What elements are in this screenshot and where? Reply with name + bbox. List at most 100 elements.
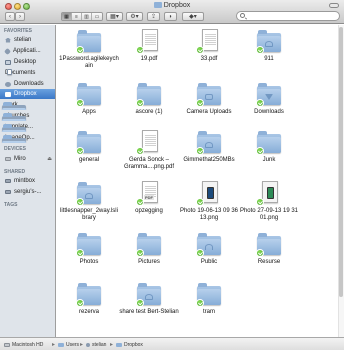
sidebar-item-label: mintbox [14,178,36,184]
sync-check-icon [256,46,264,54]
sidebar-item-desktop[interactable]: Desktop [0,57,55,67]
file-label: Gimmethat250MBs [183,157,235,163]
path-item-macintosh-hd[interactable]: Macintosh HD [4,341,43,349]
file-item-junk[interactable]: Junk [239,129,299,179]
file-label: general [78,157,99,163]
file-item-gerda-sonck[interactable]: Gerda Sonck – Gramma....png.pdf [119,129,179,179]
sidebar-header-devices: DEVICES [4,146,26,152]
sync-check-icon [256,99,264,107]
scrollbar-thumb[interactable] [339,27,343,297]
file-item-opzegging[interactable]: PDF opzegging [119,180,179,230]
forward-button[interactable]: › [15,12,25,21]
arrange-button[interactable]: ▦▾ [106,12,123,21]
hard-disk-icon [4,343,10,347]
sync-check-icon [136,299,144,307]
file-item-share-test[interactable]: share test Bert-Stelian [119,281,179,331]
file-item-camera-uploads[interactable]: Camera Uploads [179,81,239,131]
search-field[interactable] [236,11,340,21]
downloads-icon [5,81,11,87]
sidebar-item-imageoptim[interactable]: ImageOp... [0,133,55,143]
icon-view-button[interactable]: ▦ [62,13,72,20]
file-item-ascore[interactable]: ascore (1) [119,81,179,131]
file-label: Photos [79,259,99,265]
file-item-1password[interactable]: 1Password.agilekeychain [59,28,119,78]
finder-window: Dropbox ‹ › ▦ ≡ ▥ ▭ ▦▾ ⚙▾ ⇪ ◗ ◆▾ FAVORIT… [0,0,344,350]
file-item-littlesnapper[interactable]: littlesnapper_2way.lslibrary [59,180,119,230]
sync-check-icon [256,147,264,155]
sidebar-item-work[interactable]: work [0,100,55,110]
sidebar-item-documents[interactable]: Documents [0,68,55,78]
file-item-19-pdf[interactable]: 19.pdf [119,28,179,78]
path-separator-icon: ▸ [80,342,84,348]
file-item-downloads[interactable]: Downloads [239,81,299,131]
path-item-dropbox[interactable]: Dropbox [116,341,143,349]
file-label: 19.pdf [140,56,158,62]
sidebar-item-label: sergiu's-... [14,189,42,195]
file-item-33-pdf[interactable]: 33.pdf [179,28,239,78]
sidebar-item-stelian[interactable]: stelian [0,35,55,45]
folder-icon [2,113,26,121]
sync-check-icon [196,198,204,206]
file-item-public[interactable]: Public [179,231,239,281]
file-item-gimmethat250mbs[interactable]: Gimmethat250MBs [179,129,239,179]
file-item-general[interactable]: general [59,129,119,179]
edit-tags-button[interactable]: ◗ [164,12,177,21]
eject-icon[interactable]: ⏏ [47,156,52,162]
sync-check-icon [136,46,144,54]
column-view-button[interactable]: ▥ [82,13,92,20]
sidebar-item-churches[interactable]: churches [0,111,55,121]
home-icon [5,37,11,43]
file-item-photo-27-09-13[interactable]: Photo 27-09-13 19 31 01.png [239,180,299,230]
file-label: littlesnapper_2way.lslibrary [60,208,118,221]
search-input[interactable] [247,12,337,20]
computer-icon [5,179,11,183]
share-button[interactable]: ⇪ [147,12,160,21]
path-bar: Macintosh HD ▸ Users ▸ stelian ▸ Dropbox [0,337,344,350]
sync-check-icon [136,99,144,107]
sidebar-item-mintbox[interactable]: mintbox [0,176,55,186]
sidebar-item-dropbox[interactable]: Dropbox [0,89,55,99]
vertical-scrollbar[interactable] [338,25,344,337]
file-label: share test Bert-Stelian [119,309,179,315]
file-item-rezerva[interactable]: rezerva [59,281,119,331]
cover-flow-button[interactable]: ▭ [92,13,102,20]
file-item-tram[interactable]: tram [179,281,239,331]
document-icon [202,29,218,51]
toolbar-toggle-button[interactable] [329,3,339,8]
file-item-pictures[interactable]: Pictures [119,231,179,281]
back-button[interactable]: ‹ [5,12,15,21]
sidebar-item-label: Miro [14,156,26,162]
sync-check-icon [136,198,144,206]
path-item-users[interactable]: Users [58,341,79,349]
sidebar-item-miro[interactable]: Miro ⏏ [0,154,55,164]
file-item-resurse[interactable]: Resurse [239,231,299,281]
pdf-icon [142,130,158,152]
file-label: Gerda Sonck – Gramma....png.pdf [123,157,175,170]
path-item-stelian[interactable]: stelian [86,341,106,349]
sync-check-icon [256,249,264,257]
file-label: opzegging [135,208,163,214]
window-title: Dropbox [0,2,344,9]
file-item-photos[interactable]: Photos [59,231,119,281]
sidebar-item-downloads[interactable]: Downloads [0,79,55,89]
share-icon: ⇪ [150,14,157,20]
sidebar-item-templates[interactable]: template... [0,122,55,132]
file-label: Downloads [254,109,284,115]
folder-icon [116,343,122,347]
path-separator-icon: ▸ [52,342,56,348]
sidebar-item-sergiu[interactable]: sergiu's-... [0,187,55,197]
file-label: Photo 19-06-13 09 36 13.png [179,208,239,221]
sync-check-icon [136,249,144,257]
dropbox-menu-button[interactable]: ◆▾ [182,12,204,21]
file-item-photo-19-06-13[interactable]: Photo 19-06-13 09 36 13.png [179,180,239,230]
file-item-apps[interactable]: Apps [59,81,119,131]
sync-check-icon [256,198,264,206]
sidebar-item-label: Downloads [14,81,44,87]
folder-icon [153,2,162,8]
file-label: tram [203,309,215,315]
path-label: Users [66,342,80,348]
sidebar-item-applications[interactable]: Applicati... [0,46,55,56]
file-item-911[interactable]: 911 [239,28,299,78]
action-button[interactable]: ⚙▾ [126,12,143,21]
list-view-button[interactable]: ≡ [72,13,82,20]
